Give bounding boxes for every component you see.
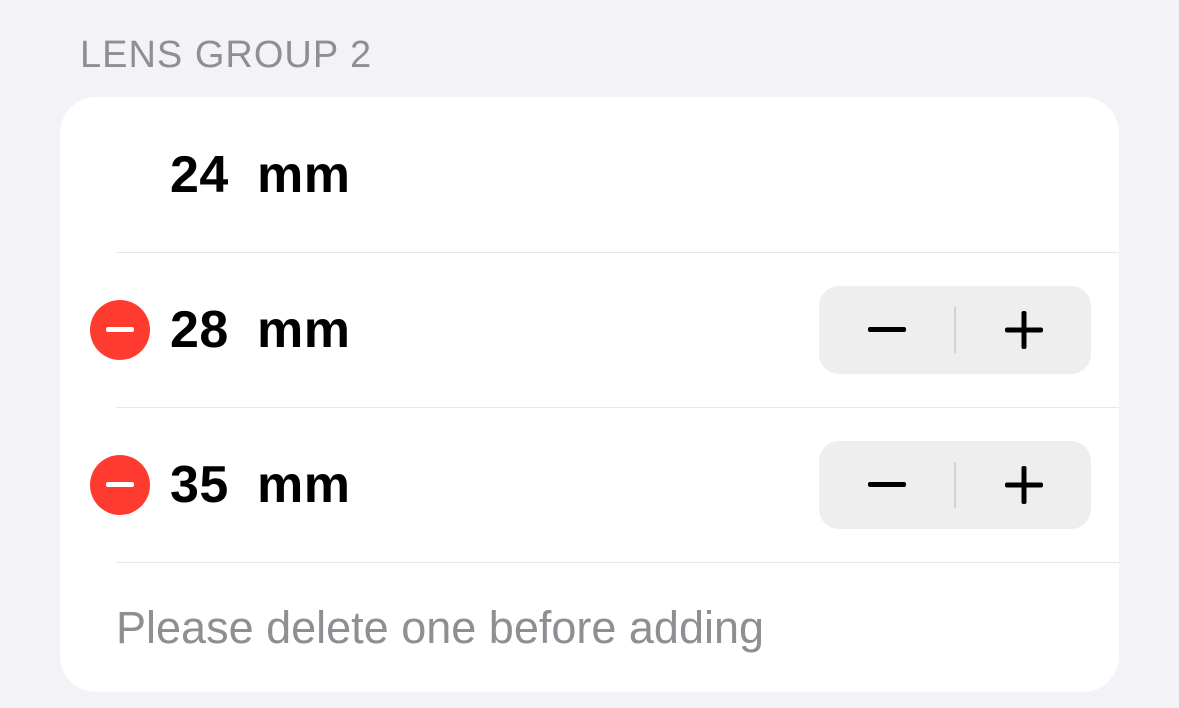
plus-icon [1005, 466, 1043, 504]
lens-unit: mm [257, 456, 350, 514]
stepper [819, 441, 1091, 529]
lens-value: 28 [170, 300, 242, 360]
section-title: LENS GROUP 2 [0, 18, 1179, 97]
stepper-decrement[interactable] [819, 441, 954, 529]
plus-icon [1005, 311, 1043, 349]
minus-circle-icon [90, 300, 150, 360]
lens-label: 24 mm [170, 145, 350, 205]
lens-label: 35 mm [170, 455, 350, 515]
delete-button[interactable] [90, 300, 150, 360]
lens-row: 24 mm [60, 97, 1119, 252]
lens-value: 24 [170, 145, 242, 205]
minus-circle-icon [90, 455, 150, 515]
minus-icon [868, 327, 906, 332]
minus-icon [868, 482, 906, 487]
delete-button[interactable] [90, 455, 150, 515]
lens-value: 35 [170, 455, 242, 515]
stepper-decrement[interactable] [819, 286, 954, 374]
lens-row: 28 mm [60, 252, 1119, 407]
stepper [819, 286, 1091, 374]
lens-label: 28 mm [170, 300, 350, 360]
stepper-increment[interactable] [956, 286, 1091, 374]
lens-unit: mm [257, 146, 350, 204]
settings-section: LENS GROUP 2 24 mm 28 mm [0, 0, 1179, 692]
lens-row: 35 mm [60, 407, 1119, 562]
section-footer: Please delete one before adding [60, 562, 1119, 692]
lens-unit: mm [257, 301, 350, 359]
stepper-increment[interactable] [956, 441, 1091, 529]
lens-group-card: 24 mm 28 mm [60, 97, 1119, 692]
